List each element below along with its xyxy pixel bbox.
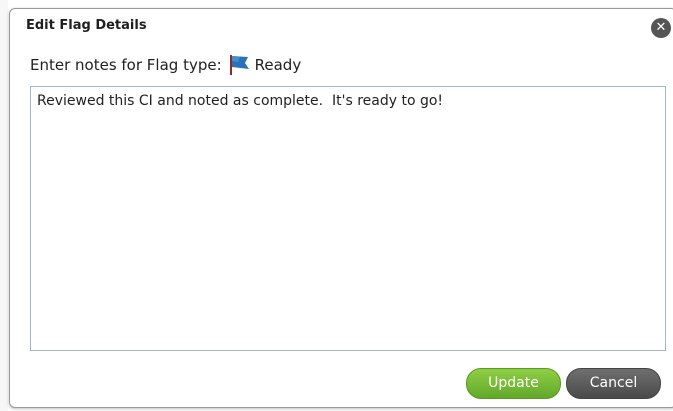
flag-type-prompt: Enter notes for Flag type: [30, 56, 222, 74]
flag-type-label: Ready [254, 56, 302, 74]
close-icon: ✕ [655, 20, 667, 35]
notes-textarea[interactable]: Reviewed this CI and noted as complete. … [30, 86, 666, 351]
flag-type-row: Enter notes for Flag type: Ready [30, 54, 301, 76]
background-edge [0, 0, 8, 411]
edit-flag-dialog: Edit Flag Details ✕ Enter notes for Flag… [9, 8, 673, 408]
update-button[interactable]: Update [466, 368, 561, 399]
dialog-title: Edit Flag Details [26, 18, 147, 33]
cancel-button[interactable]: Cancel [566, 368, 661, 399]
flag-icon [228, 54, 252, 76]
close-button[interactable]: ✕ [651, 18, 671, 38]
